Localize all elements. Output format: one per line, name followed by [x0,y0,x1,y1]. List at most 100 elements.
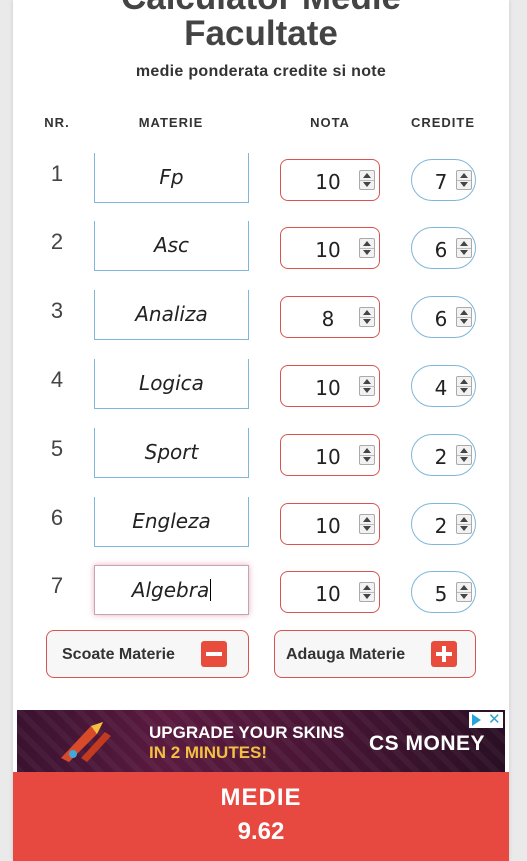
grade-spinner[interactable] [359,376,375,396]
arrow-down-icon[interactable] [460,594,468,599]
arrow-up-icon[interactable] [460,241,468,246]
credits-input[interactable]: 6 [411,296,476,338]
table-row: 2 Asc 10 6 [13,221,509,271]
grade-input[interactable]: 8 [280,296,380,338]
credits-spinner[interactable] [456,170,472,190]
grade-spinner[interactable] [359,582,375,602]
grade-value: 8 [321,307,335,331]
credits-spinner[interactable] [456,514,472,534]
arrow-up-icon[interactable] [460,517,468,522]
arrow-up-icon[interactable] [363,517,371,522]
arrow-up-icon[interactable] [460,585,468,590]
grade-spinner[interactable] [359,170,375,190]
column-header-nota: NOTA [310,115,350,130]
grade-spinner[interactable] [359,445,375,465]
grade-input[interactable]: 10 [280,503,380,545]
arrow-up-icon[interactable] [363,379,371,384]
ad-choices[interactable]: ✕ [469,710,503,728]
page-subtitle: medie ponderata credite si note [135,63,387,80]
arrow-down-icon[interactable] [363,388,371,393]
arrow-down-icon[interactable] [363,319,371,324]
ad-headline: UPGRADE YOUR SKINS [149,723,345,742]
arrow-down-icon[interactable] [460,319,468,324]
credits-input[interactable]: 7 [411,159,476,201]
plus-icon [431,641,457,667]
arrow-up-icon[interactable] [363,173,371,178]
credits-input[interactable]: 6 [411,227,476,269]
subject-input[interactable]: Analiza [94,290,249,340]
row-number: 6 [50,505,64,530]
arrow-up-icon[interactable] [460,379,468,384]
add-subject-button[interactable]: Adauga Materie [274,630,476,678]
subject-input-focused[interactable]: Algebra [94,565,249,615]
credits-spinner[interactable] [456,445,472,465]
grade-spinner[interactable] [359,514,375,534]
arrow-up-icon[interactable] [363,241,371,246]
arrow-down-icon[interactable] [460,388,468,393]
row-number: 7 [50,573,64,598]
grade-value: 10 [315,445,341,469]
grade-value: 10 [315,582,341,606]
ad-subheadline: IN 2 MINUTES! [149,743,268,762]
arrow-down-icon[interactable] [363,526,371,531]
add-subject-label: Adauga Materie [286,646,406,663]
minus-icon [201,641,227,667]
credits-input[interactable]: 4 [411,365,476,407]
arrow-down-icon[interactable] [363,182,371,187]
credits-input[interactable]: 2 [411,434,476,476]
result-panel: MEDIE 9.62 [13,772,509,861]
column-header-nr: NR. [44,115,70,130]
credits-value: 4 [434,376,448,400]
arrow-down-icon[interactable] [460,250,468,255]
subject-input[interactable]: Sport [94,428,249,478]
credits-value: 2 [434,514,448,538]
arrow-up-icon[interactable] [363,448,371,453]
subject-input[interactable]: Logica [94,359,249,409]
subject-input[interactable]: Fp [94,153,249,203]
knife-icon [61,722,111,762]
credits-input[interactable]: 5 [411,571,476,613]
remove-subject-label: Scoate Materie [62,646,175,663]
credits-value: 6 [434,307,448,331]
arrow-up-icon[interactable] [363,585,371,590]
arrow-down-icon[interactable] [363,594,371,599]
row-number: 3 [50,298,64,323]
arrow-down-icon[interactable] [460,457,468,462]
credits-value: 6 [434,238,448,262]
arrow-up-icon[interactable] [363,310,371,315]
arrow-down-icon[interactable] [460,526,468,531]
credits-value: 5 [434,582,448,606]
calculator-card: Calculator Medie Facultate medie pondera… [13,0,509,861]
grade-value: 10 [315,170,341,194]
grade-input[interactable]: 10 [280,571,380,613]
grade-input[interactable]: 10 [280,227,380,269]
grade-spinner[interactable] [359,307,375,327]
result-label: MEDIE [220,784,302,811]
result-value: 9.62 [237,818,285,845]
close-icon[interactable]: ✕ [488,710,501,728]
grade-spinner[interactable] [359,238,375,258]
grade-input[interactable]: 10 [280,434,380,476]
subject-input[interactable]: Engleza [94,497,249,547]
credits-input[interactable]: 2 [411,503,476,545]
arrow-up-icon[interactable] [460,310,468,315]
arrow-down-icon[interactable] [460,182,468,187]
remove-subject-button[interactable]: Scoate Materie [46,630,249,678]
grade-input[interactable]: 10 [280,159,380,201]
adchoices-icon[interactable] [472,714,481,726]
grade-input[interactable]: 10 [280,365,380,407]
arrow-down-icon[interactable] [363,457,371,462]
credits-spinner[interactable] [456,238,472,258]
credits-spinner[interactable] [456,307,472,327]
text-caret [210,579,212,601]
ad-banner[interactable]: UPGRADE YOUR SKINS IN 2 MINUTES! CS MONE… [17,710,505,772]
credits-spinner[interactable] [456,582,472,602]
arrow-up-icon[interactable] [460,173,468,178]
arrow-down-icon[interactable] [363,250,371,255]
row-number: 4 [50,367,64,392]
credits-spinner[interactable] [456,376,472,396]
table-row: 1 Fp 10 7 [13,153,509,203]
subject-input[interactable]: Asc [94,221,249,271]
page-title-line2: Facultate [184,14,338,53]
arrow-up-icon[interactable] [460,448,468,453]
